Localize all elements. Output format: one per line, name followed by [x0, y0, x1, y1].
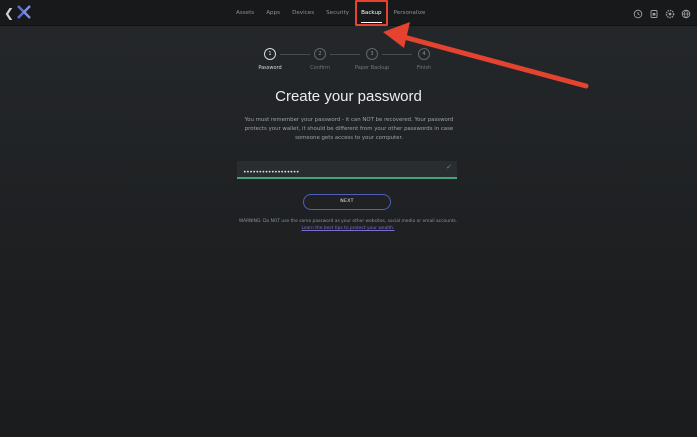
password-input[interactable] [237, 164, 437, 181]
step-number: 4 [418, 48, 430, 60]
chevron-left-icon[interactable]: ❮ [4, 6, 14, 20]
backup-stepper: 1 Password 2 Confirm 3 Paper Backup 4 Fi… [250, 48, 450, 78]
tab-security[interactable]: Security [320, 0, 355, 26]
tab-assets[interactable]: Assets [230, 0, 260, 26]
password-description: You must remember your password - it can… [244, 117, 454, 141]
lock-icon[interactable] [649, 6, 659, 18]
page-title: Create your password [275, 88, 422, 105]
globe-icon[interactable] [681, 6, 691, 19]
password-field-wrapper: ✓ [237, 161, 457, 181]
main-nav: Assets Apps Devices Security Backup Pers… [230, 0, 431, 26]
step-label: Finish [416, 65, 432, 71]
top-bar: ❮ Assets Apps Devices Security Backup Pe… [0, 0, 697, 26]
tab-backup[interactable]: Backup [355, 0, 388, 26]
step-label: Paper Backup [354, 65, 390, 71]
step-confirm: 2 Confirm [300, 48, 340, 71]
step-label: Password [258, 65, 282, 71]
next-button[interactable]: NEXT [303, 194, 391, 210]
tab-devices[interactable]: Devices [286, 0, 320, 26]
step-number: 2 [314, 48, 326, 60]
step-finish: 4 Finish [404, 48, 444, 71]
top-right-icons [633, 6, 691, 19]
warning-note: WARNING: Do NOT use the same password as… [222, 219, 474, 232]
step-number: 3 [366, 48, 378, 60]
step-label: Confirm [310, 65, 330, 71]
history-icon[interactable] [633, 6, 643, 19]
settings-icon[interactable] [665, 6, 675, 19]
check-icon: ✓ [446, 164, 452, 171]
app-logo-icon[interactable] [16, 4, 32, 20]
step-number: 1 [264, 48, 276, 60]
app-window: ❮ Assets Apps Devices Security Backup Pe… [0, 0, 697, 437]
step-paper-backup: 3 Paper Backup [352, 48, 392, 71]
tab-personalize[interactable]: Personalize [388, 0, 432, 26]
security-tips-link[interactable]: Learn the best tips to protect your weal… [302, 226, 395, 231]
step-password: 1 Password [250, 48, 290, 71]
tab-apps[interactable]: Apps [260, 0, 286, 26]
